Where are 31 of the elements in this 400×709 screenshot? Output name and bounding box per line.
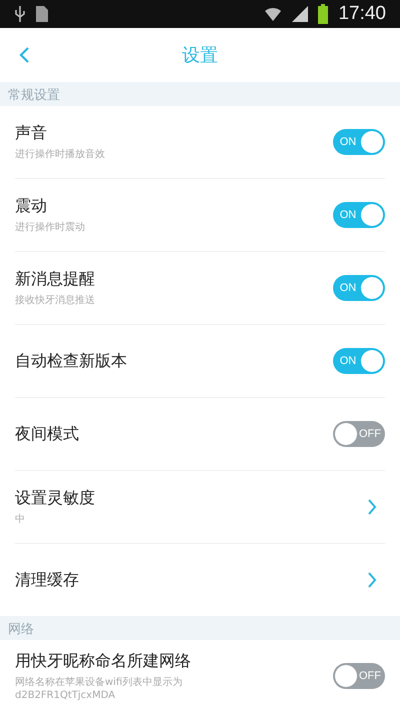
setting-description: 接收快牙消息推送 (15, 294, 95, 307)
chevron-right-icon[interactable] (367, 571, 377, 589)
setting-title: 设置灵敏度 (15, 488, 95, 509)
status-time: 17:40 (338, 3, 386, 25)
setting-description: 中 (15, 513, 25, 526)
section-header: 常规设置 (7, 87, 61, 104)
toggle-switch[interactable]: ON (333, 348, 385, 374)
toggle-switch[interactable]: ON (333, 202, 385, 228)
battery-icon (318, 4, 328, 24)
setting-title: 自动检查新版本 (15, 350, 127, 372)
sim-card-icon (36, 6, 48, 22)
setting-description: 进行操作时播放音效 (15, 148, 105, 161)
back-icon[interactable] (18, 46, 30, 64)
chevron-right-icon[interactable] (367, 498, 377, 516)
setting-title: 清理缓存 (15, 570, 79, 590)
toggle-switch[interactable]: OFF (333, 421, 385, 447)
toggle-switch[interactable]: ON (333, 129, 385, 155)
signal-icon (292, 6, 308, 22)
setting-description: 网络名称在苹果设备wifi列表中显示为d2B2FR1QtTjcxMDA (15, 676, 184, 702)
wifi-icon (264, 6, 282, 22)
toggle-switch[interactable]: OFF (333, 663, 385, 689)
section-header: 网络 (7, 621, 35, 638)
usb-icon (14, 6, 26, 22)
toggle-switch[interactable]: ON (333, 275, 385, 301)
page-title: 设置 (182, 44, 218, 67)
setting-title: 用快牙昵称命名所建网络 (15, 650, 191, 672)
setting-description: 进行操作时震动 (15, 221, 85, 234)
setting-title: 震动 (15, 196, 47, 217)
setting-title: 夜间模式 (15, 424, 79, 444)
setting-title: 新消息提醒 (15, 269, 95, 290)
setting-title: 声音 (15, 123, 47, 144)
